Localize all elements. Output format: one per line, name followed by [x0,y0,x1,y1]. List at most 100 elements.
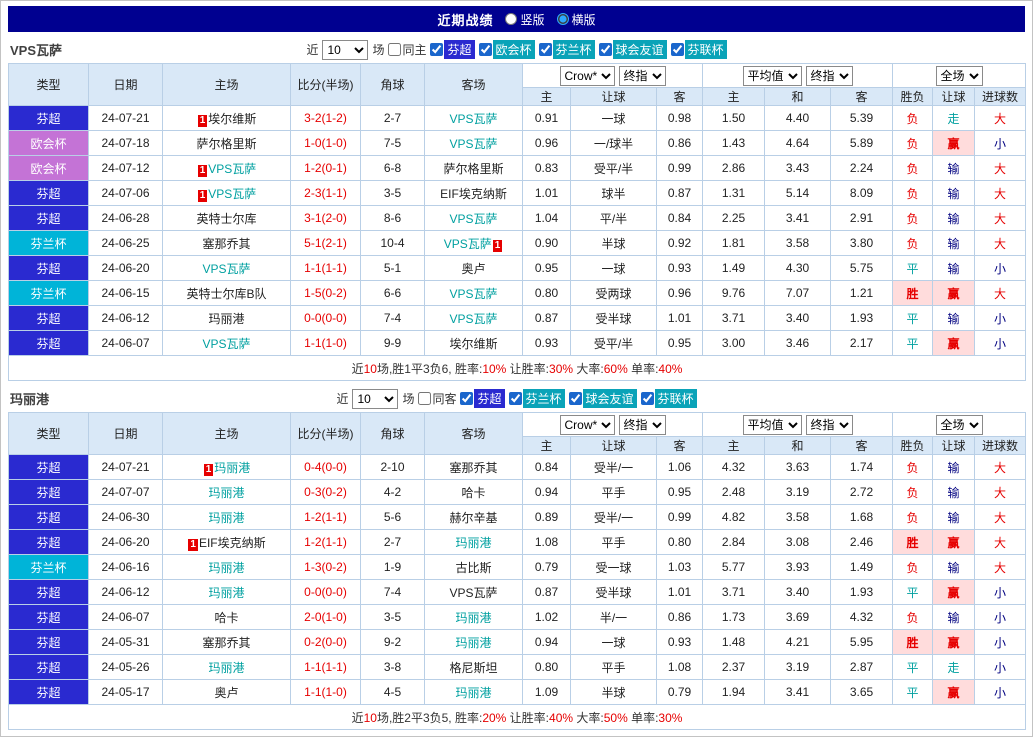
league-checkbox[interactable] [538,43,552,56]
goals-cell: 小 [974,679,1027,705]
goals-cell: 大 [974,230,1027,256]
odds-stage-select[interactable]: 终指 [618,65,666,86]
result-cell: 平 [892,579,934,605]
corner-cell: 3-8 [360,654,425,680]
avg-source-select[interactable]: 平均值 [742,65,802,86]
view-option-vertical[interactable]: 竖版 [505,11,545,28]
team-name-text: 奥卢 [214,685,239,700]
match-row: 芬超 24-07-21 1 埃尔维斯 3-2(1-2) 2-7 VPS瓦萨 0.91 一球 0.9… [8,105,1027,131]
league-checkbox[interactable] [640,392,654,405]
league-checkbox[interactable] [460,392,474,405]
away-team-cell: EIF埃克纳斯 [424,180,523,206]
league-filter-1[interactable]: 欧会杯 [478,40,535,59]
results-table: 类型 日期 主场 比分(半场) 角球 客场 Crow* 终指 平均值 终指 全场主让球客主和客胜负让… [7,63,1027,381]
view-label-vertical: 竖版 [520,12,545,27]
result-cell: 平 [892,330,934,356]
avg-stage-select[interactable]: 终指 [805,414,853,435]
recent-count-select[interactable]: 10 [322,39,369,60]
view-radio-vertical[interactable] [505,13,518,25]
avg-away-cell: 3.65 [830,679,894,705]
same-venue-filter[interactable]: 同主 [388,41,426,58]
odds-stage-select[interactable]: 终指 [618,414,666,435]
view-radio-horizontal[interactable] [556,13,569,25]
avg-draw-cell: 3.41 [764,205,832,231]
league-filter-1[interactable]: 芬兰杯 [508,389,565,408]
league-checkbox[interactable] [478,43,492,56]
same-venue-label: 同主 [402,43,427,57]
avg-draw-cell: 4.64 [764,130,832,156]
team-name-text: VPS瓦萨 [449,136,498,151]
league-filter-2[interactable]: 球会友谊 [568,389,637,408]
avg-home-cell: 1.49 [702,255,766,281]
odds-home-cell: 0.79 [522,554,571,580]
summary-segment: 单率: [627,710,659,725]
team-name-text: 塞那乔其 [449,460,498,475]
odds-away-cell: 1.01 [655,305,704,331]
odds-home-cell: 0.87 [522,305,571,331]
avg-stage-select[interactable]: 终指 [805,65,853,86]
date-cell: 24-05-26 [88,654,163,680]
avg-away-cell: 5.75 [830,255,894,281]
handicap-result-cell: 赢 [932,679,976,705]
same-venue-checkbox[interactable] [388,43,402,56]
league-type-cell: 芬超 [8,654,89,680]
fulltime-select[interactable]: 全场 [935,414,983,435]
fulltime-group-header: 全场 [892,63,1027,88]
avg-source-select[interactable]: 平均值 [742,414,802,435]
corner-cell: 5-1 [360,255,425,281]
odds-home-cell: 0.90 [522,230,571,256]
goals-cell: 小 [974,330,1027,356]
result-cell: 负 [892,230,934,256]
goals-cell: 小 [974,305,1027,331]
league-filter-3[interactable]: 球会友谊 [598,40,667,59]
header-sub-avg-away: 客 [830,87,894,106]
odds-source-select[interactable]: Crow* [559,65,615,86]
near-label: 近 [306,43,319,57]
date-cell: 24-06-12 [88,579,163,605]
header-sub-handicap: 让球 [932,87,976,106]
header-sub-goals: 进球数 [974,436,1027,455]
sections-container: VPS瓦萨近 10 场同主 芬超 欧会杯 芬兰杯 球会友谊 芬联杯 类型 日期 主场 比分(半场) 角球… [7,36,1027,730]
league-checkbox[interactable] [670,43,684,56]
match-row: 芬超 24-06-12 玛丽港 0-0(0-0) 7-4 VPS瓦萨 0.87 受半球 1.01… [8,579,1027,605]
odds-away-cell: 0.80 [655,529,704,555]
league-filter-4[interactable]: 芬联杯 [670,40,727,59]
avg-draw-cell: 3.19 [764,654,832,680]
team-name-text: 玛丽港 [208,585,245,600]
view-option-horizontal[interactable]: 横版 [556,11,596,28]
league-checkbox[interactable] [598,43,612,56]
league-filter-0[interactable]: 芬超 [460,389,505,408]
league-filter-3[interactable]: 芬联杯 [640,389,697,408]
league-filter-0[interactable]: 芬超 [430,40,475,59]
home-team-cell: 塞那乔其 [162,230,291,256]
summary-row: 近10场,胜2平3负5, 胜率:20% 让胜率:40% 大率:50% 单率:30… [7,704,1027,730]
odds-source-select[interactable]: Crow* [559,414,615,435]
score-cell: 1-3(0-2) [290,554,361,580]
league-type-cell: 芬超 [8,330,89,356]
odds-handicap-cell: 一球 [570,255,657,281]
league-checkbox[interactable] [508,392,522,405]
header-col-corner: 角球 [360,63,425,106]
away-team-cell: 玛丽港 [424,604,523,630]
header-col-score: 比分(半场) [290,412,361,455]
section-team-name: 玛丽港 [10,392,50,407]
handicap-result-cell: 赢 [932,130,976,156]
league-checkbox[interactable] [568,392,582,405]
league-filter-2[interactable]: 芬兰杯 [538,40,595,59]
avg-home-cell: 4.82 [702,504,766,530]
corner-cell: 7-5 [360,130,425,156]
summary-segment: 近 [351,710,364,725]
away-team-cell: 格尼斯坦 [424,654,523,680]
team-name-text: EIF埃克纳斯 [440,186,507,201]
goals-cell: 大 [974,155,1027,181]
same-venue-checkbox[interactable] [418,392,432,405]
corner-cell: 8-6 [360,205,425,231]
team-name-text: 赫尔辛基 [449,510,498,525]
goals-cell: 大 [974,205,1027,231]
date-cell: 24-06-20 [88,255,163,281]
recent-count-select[interactable]: 10 [352,388,399,409]
avg-draw-cell: 3.19 [764,479,832,505]
league-checkbox[interactable] [430,43,444,56]
fulltime-select[interactable]: 全场 [935,65,983,86]
same-venue-filter[interactable]: 同客 [418,390,456,407]
